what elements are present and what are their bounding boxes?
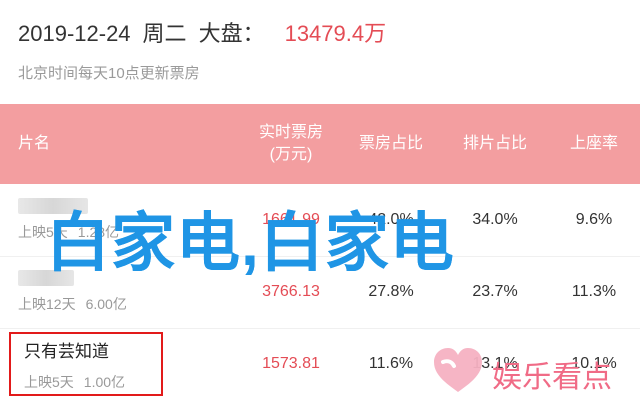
header-seat-label: 上座率 xyxy=(569,135,618,152)
header-screening-share: 排片占比 xyxy=(446,104,544,184)
movie-cell: 只有芸知道 上映5天 1.00亿 xyxy=(18,328,198,400)
seat-rate: 9.6% xyxy=(575,211,613,228)
header-realtime-line2: (万元) xyxy=(269,146,313,163)
weekday-text: 周二 xyxy=(142,21,187,46)
header-realtime-line1: 实时票房 xyxy=(258,124,323,141)
watermark-text: 娱乐看点 xyxy=(492,361,612,394)
box-office-share: 11.6% xyxy=(368,355,414,372)
header-seat-rate: 上座率 xyxy=(548,104,640,184)
market-value: 13479.4万 xyxy=(284,21,387,46)
overlay-text: 白家电,白家电 xyxy=(46,207,455,279)
total-gross: 6.00亿 xyxy=(85,296,127,312)
screening-share: 23.7% xyxy=(472,283,518,300)
realtime-box-office: 1573.81 xyxy=(262,355,320,372)
total-gross: 1.00亿 xyxy=(83,373,126,390)
screenshot-page: 2019-12-24 周二 大盘： 13479.4万 北京时间每天10点更新票房… xyxy=(0,0,640,402)
heart-icon xyxy=(434,348,482,392)
header-name-label: 片名 xyxy=(18,135,51,152)
seat-rate: 11.3% xyxy=(571,283,617,300)
header-screen-label: 排片占比 xyxy=(462,135,527,152)
market-label: 大盘： xyxy=(198,21,265,46)
release-days: 上映5天 xyxy=(24,373,74,390)
header-row: 2019-12-24 周二 大盘： 13479.4万 xyxy=(18,16,386,48)
header-realtime-box-office: 实时票房 (万元) xyxy=(236,104,346,184)
movie-meta: 上映12天 6.00亿 xyxy=(18,294,127,314)
release-days: 上映12天 xyxy=(18,296,76,312)
header-name: 片名 xyxy=(18,104,158,184)
header-box-office-share: 票房占比 xyxy=(342,104,440,184)
watermark: 娱乐看点 xyxy=(430,334,640,402)
screening-share: 34.0% xyxy=(472,211,518,228)
movie-title: 只有芸知道 xyxy=(24,341,109,361)
movie-meta: 上映5天 1.00亿 xyxy=(18,372,125,392)
update-note: 北京时间每天10点更新票房 xyxy=(18,65,200,82)
header-share-label: 票房占比 xyxy=(358,135,423,152)
date-text: 2019-12-24 xyxy=(18,21,131,46)
header: 2019-12-24 周二 大盘： 13479.4万 北京时间每天10点更新票房 xyxy=(0,0,640,104)
table-header: 片名 实时票房 (万元) 票房占比 排片占比 上座率 xyxy=(0,104,640,184)
